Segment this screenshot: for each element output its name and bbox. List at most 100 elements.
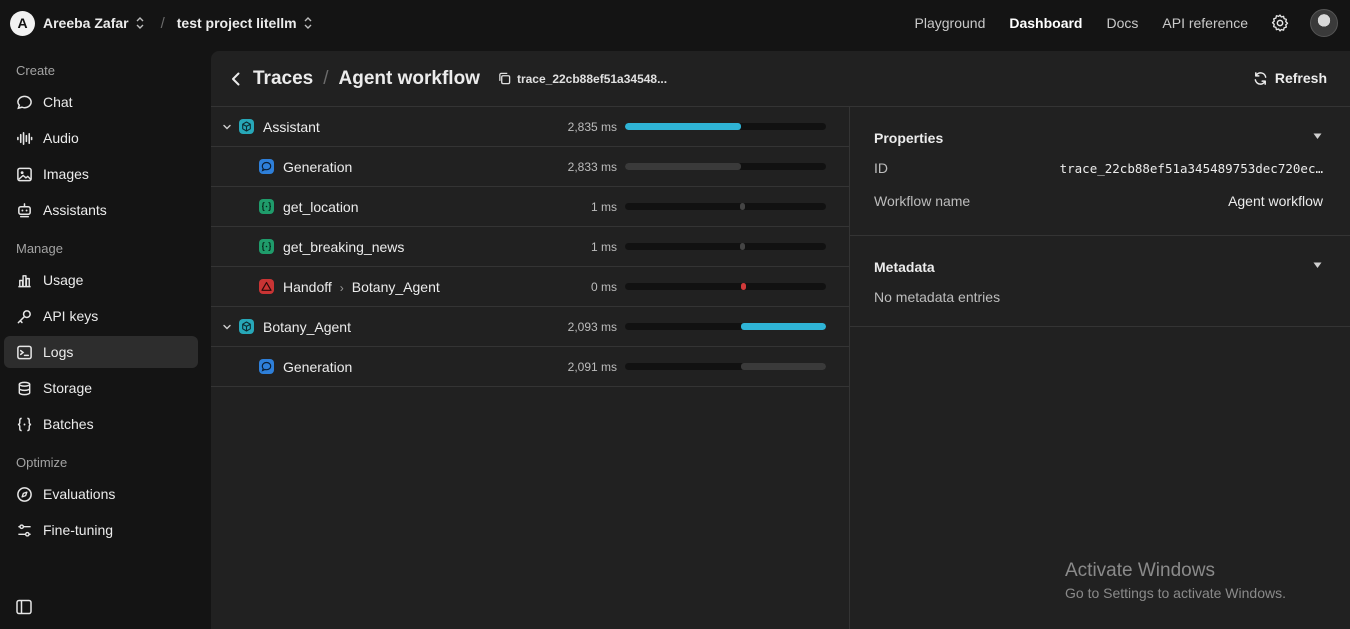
sidebar-item-api-keys[interactable]: API keys [4, 300, 198, 332]
span-name-text: Handoff [283, 279, 332, 295]
trace-id[interactable]: trace_22cb88ef51a34548... [517, 72, 667, 86]
audio-icon [17, 131, 33, 145]
generation-chat-icon [259, 359, 274, 374]
nav-playground[interactable]: Playground [915, 15, 986, 31]
caret-down-icon[interactable] [1313, 133, 1322, 140]
span-row[interactable]: Handoff › Botany_Agent 0 ms [211, 267, 849, 307]
project-switcher[interactable]: test project litellm [177, 15, 313, 31]
span-timeline-track [625, 163, 826, 170]
span-timeline-bar [625, 163, 741, 170]
refresh-label: Refresh [1274, 70, 1327, 86]
nav-dashboard[interactable]: Dashboard [1009, 15, 1082, 31]
compass-icon [17, 486, 32, 502]
agent-cube-icon [239, 119, 254, 134]
span-duration: 0 ms [590, 280, 617, 294]
span-name-text: Generation [283, 159, 353, 175]
breadcrumb-traces[interactable]: Traces [253, 68, 313, 90]
span-name: Assistant [263, 119, 320, 135]
section-label-manage: Manage [16, 241, 63, 256]
sidebar-item-storage[interactable]: Storage [4, 372, 198, 404]
nav-api-reference[interactable]: API reference [1162, 15, 1248, 31]
gear-icon[interactable] [1270, 13, 1290, 33]
project-name: test project litellm [176, 15, 297, 31]
sidebar-item-label: API keys [43, 308, 99, 324]
caret-down-icon[interactable] [1313, 262, 1322, 269]
span-name-text: get_location [283, 199, 359, 215]
span-timeline-track [625, 123, 826, 130]
property-label-id: ID [874, 160, 888, 176]
span-row[interactable]: Botany_Agent 2,093 ms [211, 307, 849, 347]
chevron-right-icon: › [339, 281, 344, 295]
span-duration: 1 ms [590, 200, 617, 214]
sidebar-item-assistants[interactable]: Assistants [4, 194, 198, 226]
org-name: Areeba Zafar [43, 15, 129, 31]
metadata-empty: No metadata entries [874, 289, 1001, 305]
span-name-text: Botany_Agent [263, 319, 351, 335]
user-avatar[interactable] [1310, 9, 1338, 37]
span-timeline-bar [741, 283, 746, 290]
nav-docs[interactable]: Docs [1106, 15, 1138, 31]
watermark-subtitle: Go to Settings to activate Windows. [1065, 585, 1286, 601]
chat-icon [17, 95, 32, 109]
span-timeline-bar [740, 243, 745, 250]
sidebar: Create Chat Audio Images Assistants Mana… [0, 46, 210, 629]
metadata-title: Metadata [874, 259, 935, 275]
span-timeline-track [625, 363, 826, 370]
properties-panel: Properties ID trace_22cb88ef51a345489753… [849, 107, 1350, 629]
function-braces-icon [259, 239, 274, 254]
sidebar-toggle-icon[interactable] [15, 598, 33, 616]
sidebar-item-logs[interactable]: Logs [4, 336, 198, 368]
chevron-updown-icon [304, 17, 312, 29]
span-row[interactable]: Generation 2,833 ms [211, 147, 849, 187]
back-arrow-icon[interactable] [228, 71, 244, 87]
sidebar-item-evaluations[interactable]: Evaluations [4, 478, 198, 510]
terminal-icon [17, 345, 32, 359]
span-timeline-bar [740, 203, 745, 210]
span-row[interactable]: Generation 2,091 ms [211, 347, 849, 387]
top-nav: Playground Dashboard Docs API reference [915, 0, 1350, 46]
properties-section: Properties ID trace_22cb88ef51a345489753… [850, 107, 1350, 236]
span-tree: Assistant 2,835 ms Generation 2,833 ms get_l… [211, 107, 849, 387]
sidebar-item-label: Audio [43, 130, 79, 146]
handoff-warning-icon [259, 279, 274, 294]
span-name: Generation [283, 159, 352, 175]
breadcrumb-slash: / [160, 14, 165, 32]
sidebar-item-chat[interactable]: Chat [4, 86, 198, 118]
key-icon [17, 309, 31, 323]
sidebar-item-label: Usage [43, 272, 84, 288]
agent-cube-icon [239, 319, 254, 334]
span-row[interactable]: get_location 1 ms [211, 187, 849, 227]
span-row[interactable]: get_breaking_news 1 ms [211, 227, 849, 267]
sidebar-item-audio[interactable]: Audio [4, 122, 198, 154]
property-label-workflow-name: Workflow name [874, 193, 971, 209]
top-bar: A Areeba Zafar / test project litellm Pl… [0, 0, 1350, 46]
sidebar-item-images[interactable]: Images [4, 158, 198, 190]
span-row[interactable]: Assistant 2,835 ms [211, 107, 849, 147]
sidebar-item-label: Assistants [43, 202, 107, 218]
copy-icon[interactable] [498, 72, 511, 85]
properties-title: Properties [874, 130, 944, 146]
sidebar-item-label: Storage [43, 380, 93, 396]
property-value-id[interactable]: trace_22cb88ef51a345489753dec720ec… [1060, 161, 1323, 176]
refresh-button[interactable]: Refresh [1253, 70, 1327, 86]
sidebar-item-label: Images [43, 166, 89, 182]
span-duration: 2,833 ms [567, 160, 617, 174]
span-name: Handoff › Botany_Agent [283, 279, 440, 295]
span-duration: 2,835 ms [567, 120, 617, 134]
org-switcher[interactable]: A Areeba Zafar [10, 10, 145, 36]
span-name: get_breaking_news [283, 239, 404, 255]
metadata-section: Metadata No metadata entries [850, 236, 1350, 327]
generation-chat-icon [259, 159, 274, 174]
chevron-down-icon[interactable] [222, 322, 232, 332]
sidebar-item-fine-tuning[interactable]: Fine-tuning [4, 514, 198, 546]
main-panel: Traces / Agent workflow trace_22cb88ef51… [211, 51, 1350, 629]
chevron-down-icon[interactable] [222, 122, 232, 132]
span-timeline-track [625, 243, 826, 250]
sidebar-item-usage[interactable]: Usage [4, 264, 198, 296]
span-name-text: Generation [283, 359, 353, 375]
span-target: Botany_Agent [351, 279, 440, 295]
span-timeline-track [625, 283, 826, 290]
org-avatar: A [10, 10, 35, 36]
section-label-optimize: Optimize [16, 455, 68, 470]
sidebar-item-batches[interactable]: Batches [4, 408, 198, 440]
